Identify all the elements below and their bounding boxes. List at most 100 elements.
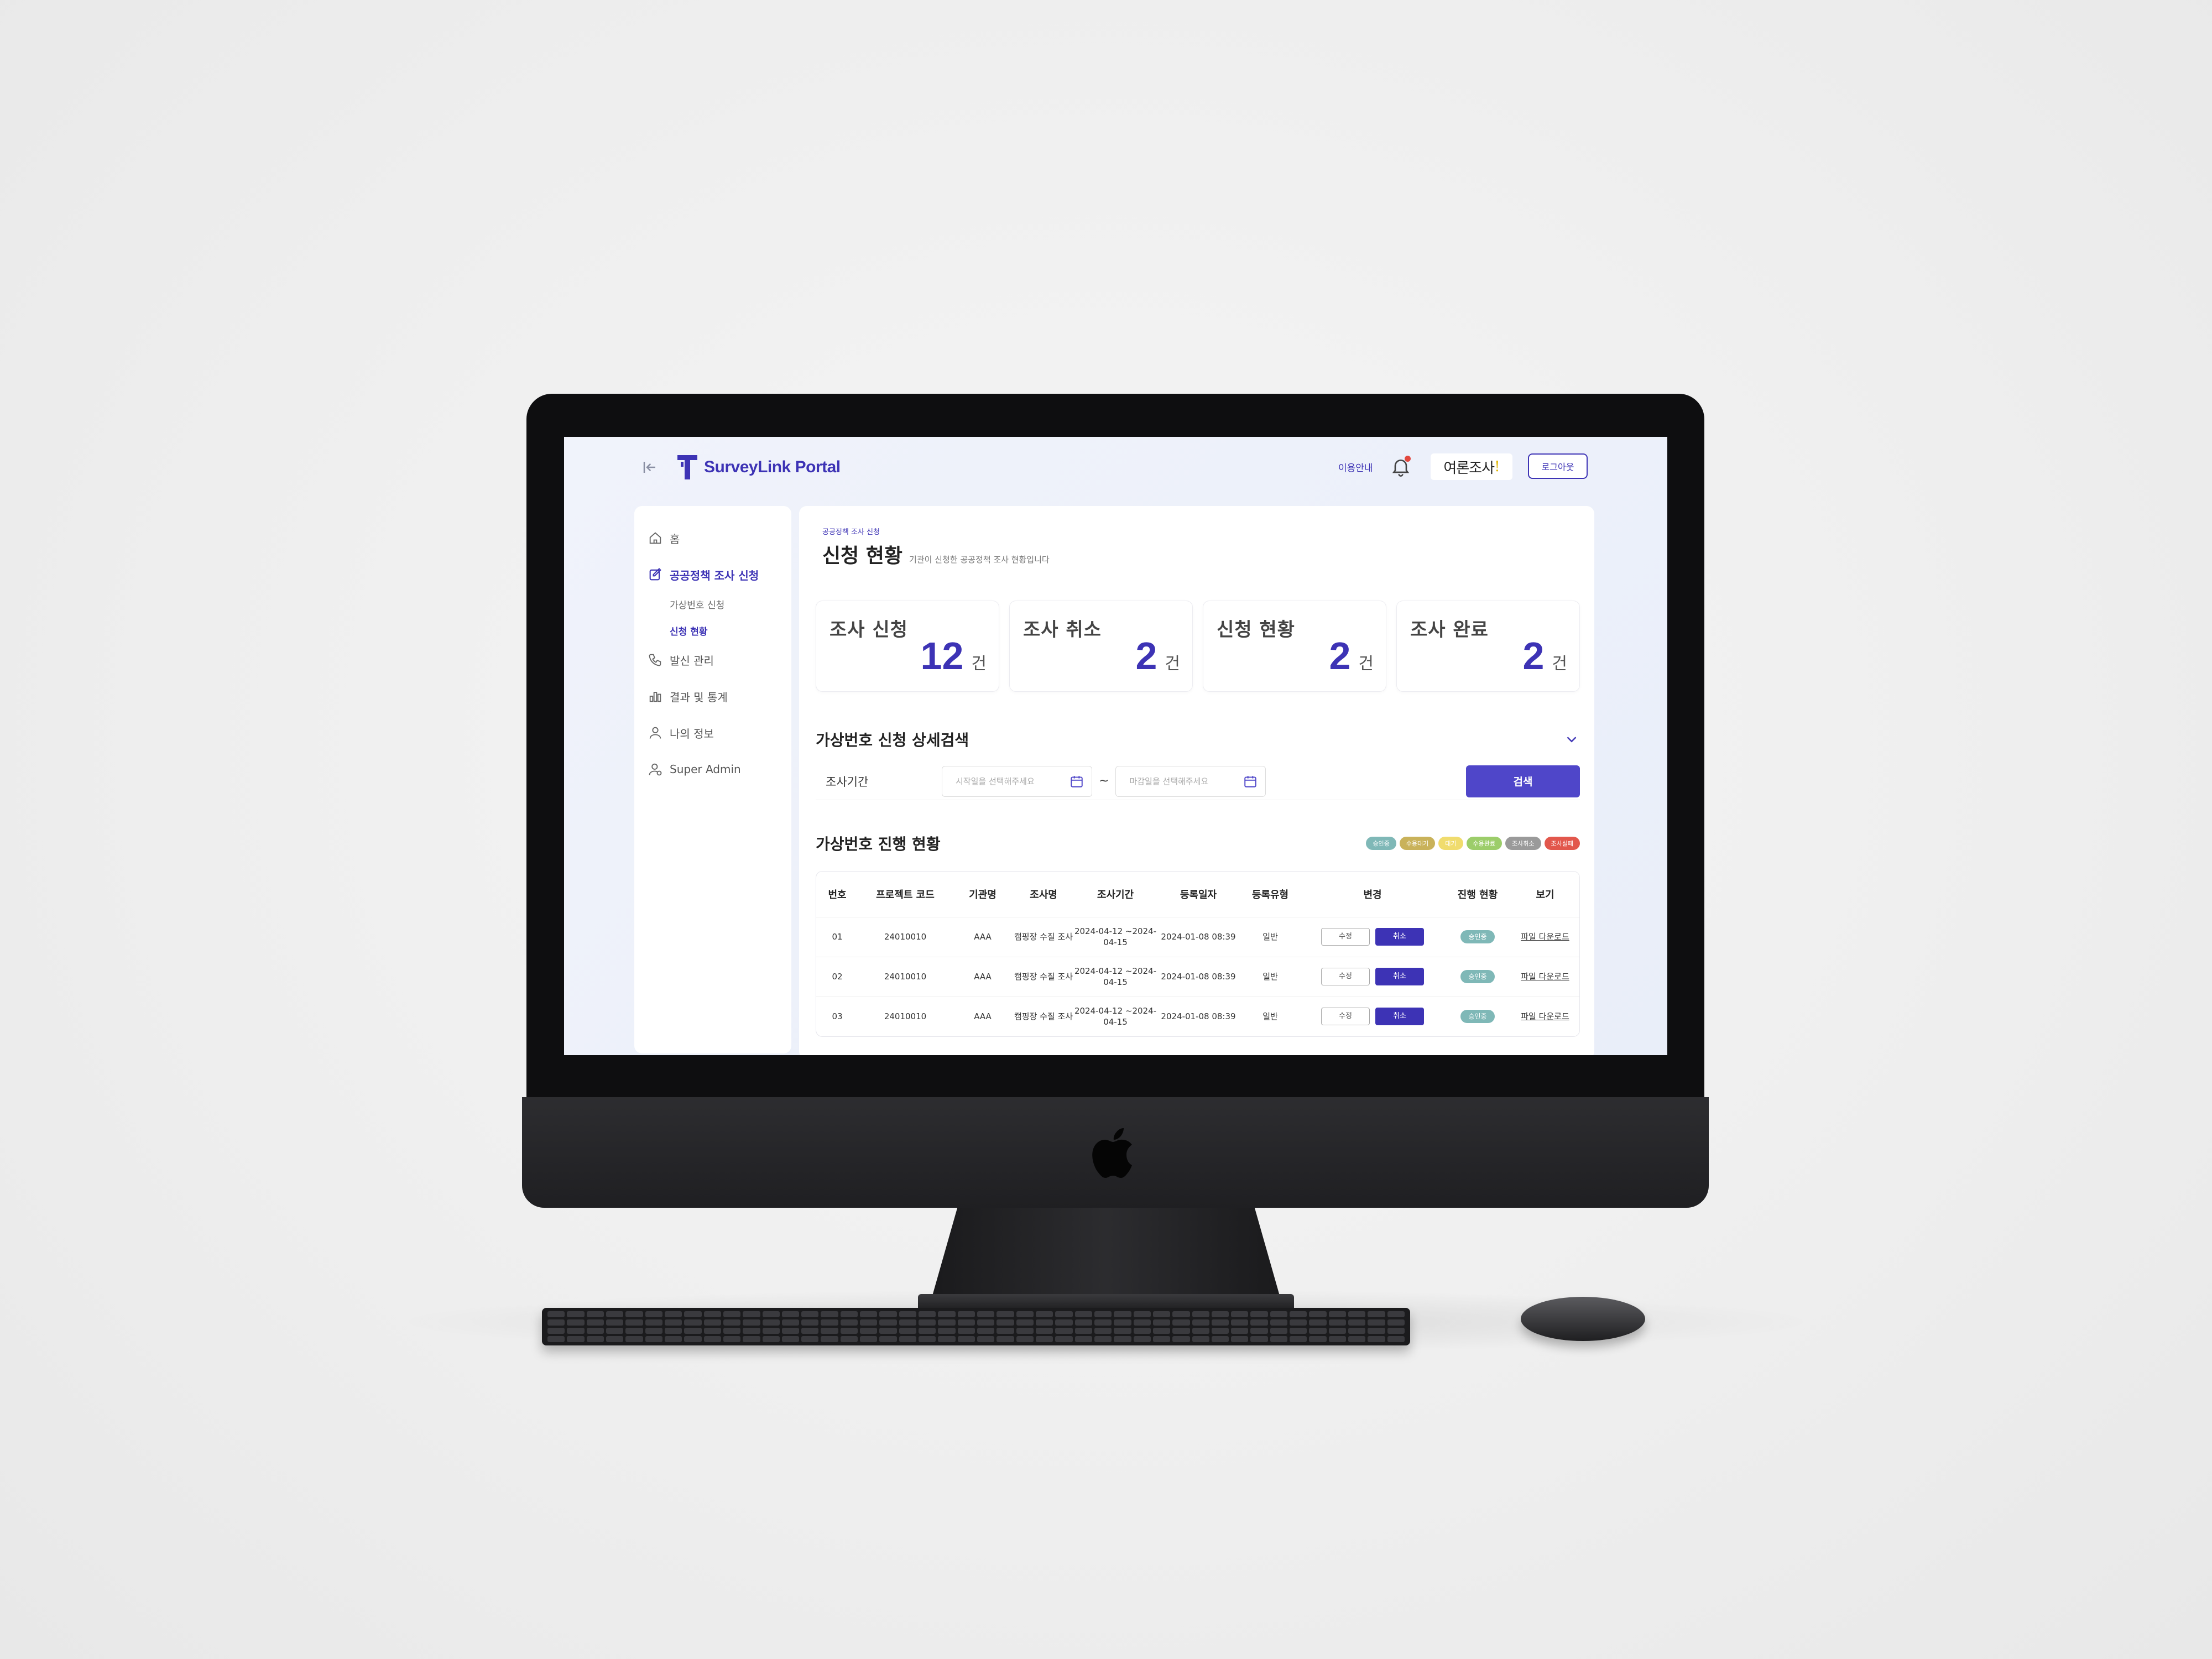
- keyboard-key: [1114, 1328, 1131, 1334]
- sidebar-item-label: 공공정책 조사 신청: [670, 568, 759, 582]
- sidebar-item-call[interactable]: 발신 관리: [648, 649, 791, 671]
- stat-value-wrap: 2 건: [1135, 634, 1180, 678]
- keyboard-key: [977, 1328, 995, 1334]
- keyboard-key: [997, 1328, 1014, 1334]
- cell-org: AAA: [952, 956, 1013, 997]
- keyboard-key: [957, 1319, 975, 1326]
- keyboard-key: [1094, 1311, 1112, 1317]
- brand-name: SurveyLink Portal: [704, 458, 841, 476]
- column-header: 번호: [828, 889, 847, 901]
- keyboard-key: [645, 1328, 662, 1334]
- keyboard-key: [781, 1311, 800, 1317]
- keyboard-key: [606, 1336, 624, 1342]
- keyboard-key: [801, 1336, 819, 1342]
- home-icon: [649, 532, 661, 544]
- edit-button[interactable]: 수정: [1321, 968, 1370, 985]
- sidebar: 홈 공공정책 조사 신청 가상번호 신청 신청 현황 발신 관리 결과 및 통계…: [634, 506, 791, 1053]
- keyboard-key: [1328, 1328, 1347, 1334]
- cell-actions: 수정 취소: [1301, 916, 1444, 957]
- column-header: 보기: [1536, 889, 1554, 901]
- file-download-link[interactable]: 파일 다운로드: [1520, 931, 1570, 942]
- file-download-link[interactable]: 파일 다운로드: [1520, 971, 1570, 982]
- keyboard-key: [547, 1319, 565, 1326]
- sidebar-item-super-admin[interactable]: Super Admin: [648, 758, 791, 780]
- cancel-button[interactable]: 취소: [1375, 1008, 1424, 1026]
- keyboard-key: [1309, 1319, 1327, 1326]
- keyboard-key: [801, 1311, 819, 1317]
- org-logo-text: 여론조사: [1443, 460, 1495, 477]
- calendar-icon[interactable]: [1243, 774, 1258, 789]
- keyboard-key: [840, 1336, 858, 1342]
- keyboard-key: [860, 1311, 878, 1317]
- file-download-link[interactable]: 파일 다운로드: [1520, 1011, 1570, 1022]
- keyboard-key: [879, 1311, 897, 1317]
- stat-card-requested: 조사 신청 12 건: [816, 601, 999, 692]
- main-content: 공공정책 조사 신청 신청 현황 기관이 신청한 공공정책 조사 현황입니다 조…: [799, 506, 1594, 1055]
- collapse-sidebar-icon[interactable]: [641, 459, 658, 476]
- edit-button[interactable]: 수정: [1321, 1008, 1370, 1026]
- cell-no: 01: [816, 916, 858, 957]
- table-row: 03 24010010 AAA 캠핑장 수질 조사 2024-04-12 ~20…: [816, 996, 1579, 1036]
- breadcrumb[interactable]: 공공정책 조사 신청: [822, 526, 1580, 536]
- guide-link[interactable]: 이용안내: [1338, 460, 1373, 474]
- progress-table-wrap: 번호 프로젝트 코드 기관명 조사명 조사기간 등록일자 등록유형 변경 진행 …: [816, 871, 1580, 1037]
- cell-view: 파일 다운로드: [1511, 916, 1579, 957]
- keyboard-key: [919, 1319, 936, 1326]
- keyboard-key: [1152, 1311, 1171, 1317]
- keyboard-key: [1152, 1336, 1171, 1342]
- keyboard-key: [1290, 1311, 1307, 1317]
- search-button[interactable]: 검색: [1466, 765, 1580, 797]
- cell-no: 03: [816, 996, 858, 1036]
- keyboard-key: [743, 1311, 760, 1317]
- edit-button[interactable]: 수정: [1321, 928, 1370, 946]
- brand[interactable]: SurveyLink Portal: [677, 453, 841, 481]
- sidebar-subitem-virtual-number[interactable]: 가상번호 신청: [670, 596, 791, 612]
- sidebar-item-policy-survey[interactable]: 공공정책 조사 신청: [648, 564, 791, 586]
- stat-value: 2: [1522, 634, 1545, 677]
- keyboard-key: [703, 1328, 721, 1334]
- sidebar-subgroup: 가상번호 신청 신청 현황: [648, 596, 791, 639]
- keyboard-key: [997, 1311, 1014, 1317]
- keyboard-key: [1328, 1336, 1347, 1342]
- keyboard-key: [1348, 1311, 1366, 1317]
- cell-actions: 수정 취소: [1301, 956, 1444, 997]
- notification-button[interactable]: [1390, 455, 1412, 479]
- keyboard-key: [977, 1336, 995, 1342]
- keyboard-key: [801, 1319, 819, 1326]
- progress-header: 가상번호 진행 현황 승인중 수용대기 대기 수용완료 조사취소 조사실패: [816, 832, 1580, 854]
- keyboard-key: [645, 1311, 662, 1317]
- logout-button[interactable]: 로그아웃: [1528, 453, 1588, 479]
- cell-name: 캠핑장 수질 조사: [1013, 916, 1074, 957]
- end-date-field[interactable]: 마감일을 선택해주세요: [1115, 765, 1266, 797]
- sidebar-subitem-status[interactable]: 신청 현황: [670, 622, 791, 639]
- keyboard-key: [977, 1319, 995, 1326]
- keyboard-key: [1387, 1311, 1405, 1317]
- cancel-button[interactable]: 취소: [1375, 968, 1424, 985]
- sidebar-item-results[interactable]: 결과 및 통계: [648, 685, 791, 707]
- page-description: 기관이 신청한 공공정책 조사 현황입니다: [909, 555, 1050, 565]
- keyboard-key: [1172, 1328, 1190, 1334]
- chevron-down-icon[interactable]: [1563, 731, 1580, 748]
- table-row: 02 24010010 AAA 캠핑장 수질 조사 2024-04-12 ~20…: [816, 956, 1579, 997]
- start-date-field[interactable]: 시작일을 선택해주세요: [942, 765, 1092, 797]
- keyboard-key: [1290, 1328, 1307, 1334]
- keyboard-key: [1231, 1311, 1249, 1317]
- keyboard-key: [938, 1336, 956, 1342]
- keyboard-key: [1035, 1311, 1053, 1317]
- keyboard-key: [703, 1311, 721, 1317]
- keyboard-key: [1309, 1328, 1327, 1334]
- keyboard-key: [547, 1311, 565, 1317]
- calendar-icon[interactable]: [1070, 774, 1084, 789]
- cell-period: 2024-04-12 ~2024-04-15: [1074, 996, 1157, 1036]
- keyboard-key: [567, 1336, 585, 1342]
- cancel-button[interactable]: 취소: [1375, 928, 1424, 946]
- keyboard-key: [743, 1328, 760, 1334]
- date-separator: ~: [1099, 774, 1109, 788]
- sidebar-item-home[interactable]: 홈: [648, 527, 791, 549]
- stat-value: 2: [1329, 634, 1351, 677]
- keyboard-key: [801, 1328, 819, 1334]
- sidebar-item-my-info[interactable]: 나의 정보: [648, 722, 791, 744]
- cell-status: 승인중: [1444, 916, 1511, 957]
- cell-status: 승인중: [1444, 956, 1511, 997]
- column-header: 조사기간: [1097, 889, 1134, 901]
